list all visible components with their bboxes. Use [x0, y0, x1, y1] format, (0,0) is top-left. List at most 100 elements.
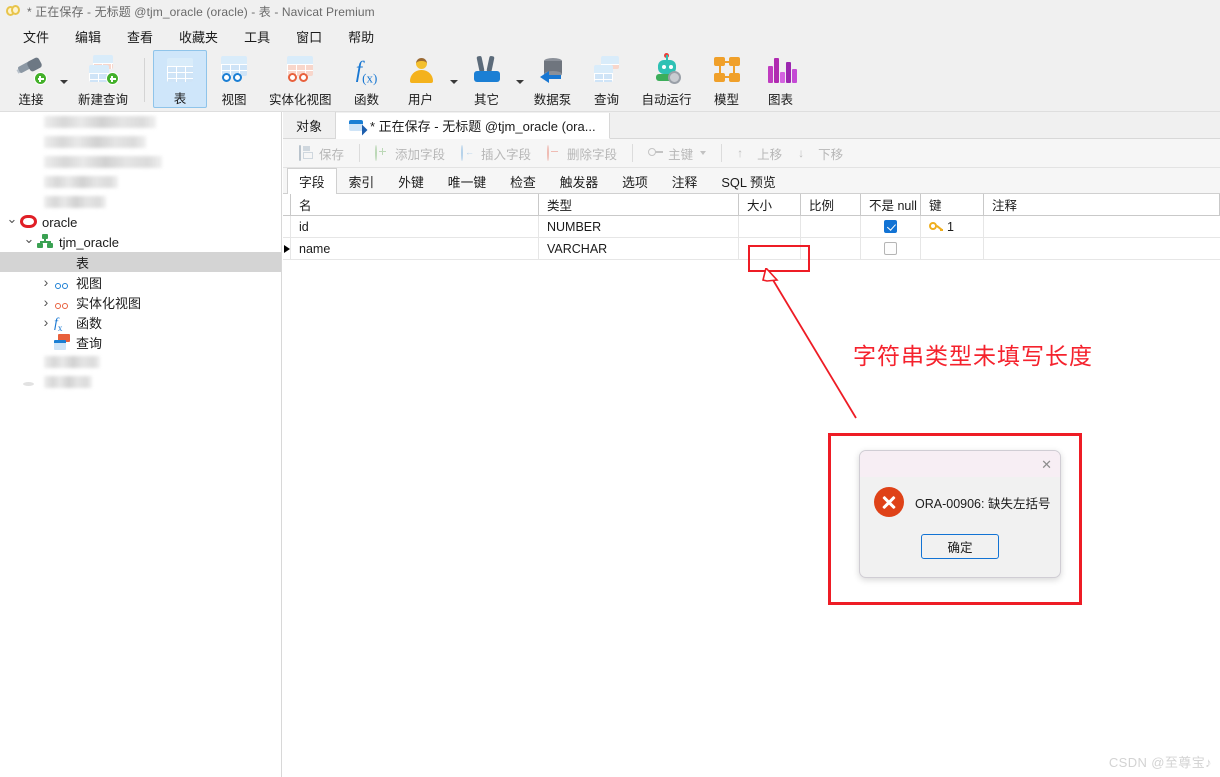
toolbar-button-query[interactable]: 查询	[580, 50, 634, 108]
not-null-checkbox[interactable]	[884, 242, 897, 255]
column-header-5[interactable]: 键	[921, 194, 984, 215]
column-header-4[interactable]: 不是 null	[861, 194, 921, 215]
editor-button-save[interactable]: 保存	[291, 142, 352, 165]
tab-0[interactable]: 对象	[283, 112, 337, 138]
toolbar-dropdown-caret[interactable]	[514, 50, 526, 108]
subtab-1[interactable]: 索引	[337, 168, 387, 193]
menu-item-5[interactable]: 窗口	[283, 24, 335, 49]
menu-item-2[interactable]: 查看	[114, 24, 166, 49]
sidebar-item-4[interactable]	[0, 192, 281, 212]
toolbar-button-view-goggles[interactable]: 视图	[207, 50, 261, 108]
chevron-down-icon[interactable]	[21, 234, 37, 250]
subtab-6[interactable]: 选项	[610, 168, 660, 193]
sidebar-item-视图[interactable]: 视图	[0, 272, 281, 292]
subtab-3[interactable]: 唯一键	[436, 168, 498, 193]
subtab-2[interactable]: 外键	[386, 168, 436, 193]
chevron-down-icon[interactable]	[4, 214, 20, 230]
toolbar-button-user[interactable]: 用户	[394, 50, 448, 108]
toolbar-button-automation-robot[interactable]: 自动运行	[634, 50, 700, 108]
toolbar-button-materialized-view[interactable]: 实体化视图	[261, 50, 340, 108]
field-size-cell[interactable]	[739, 216, 801, 237]
field-name-cell[interactable]: name	[291, 238, 539, 259]
close-icon[interactable]: ✕	[1041, 458, 1052, 471]
table-row[interactable]: name VARCHAR	[283, 238, 1220, 260]
sidebar-item-tjm_oracle[interactable]: tjm_oracle	[0, 232, 281, 252]
insert-field-icon: ←	[461, 144, 476, 161]
chevron-right-icon[interactable]	[38, 274, 54, 290]
menu-item-6[interactable]: 帮助	[335, 24, 387, 49]
tab-1[interactable]: * 正在保存 - 无标题 @tjm_oracle (ora...	[336, 113, 610, 139]
subtab-0[interactable]: 字段	[287, 168, 337, 194]
field-not-null-cell[interactable]	[861, 216, 921, 237]
sidebar-item-表[interactable]: 表	[0, 252, 281, 272]
editor-button-add-field[interactable]: 添加字段	[367, 142, 453, 165]
column-header-0[interactable]: 名	[291, 194, 539, 215]
toolbar-button-chart-bars[interactable]: 图表	[754, 50, 808, 108]
subtab-5[interactable]: 触发器	[548, 168, 610, 193]
not-null-checkbox[interactable]	[884, 220, 897, 233]
sidebar-item-3[interactable]	[0, 172, 281, 192]
toolbar-button-function-fx[interactable]: f(x) 函数	[340, 50, 394, 108]
sidebar-item-oracle[interactable]: oracle	[0, 212, 281, 232]
main-toolbar: 连接 新建查询 表 视图 实体化视图 f(x) 函数 用户 其它 数据泵 查询 自动运行 模型 图表	[0, 50, 1220, 112]
toolbar-button-new-query[interactable]: 新建查询	[70, 50, 136, 108]
toolbar-button-label: 表	[173, 92, 187, 106]
column-header-1[interactable]: 类型	[539, 194, 739, 215]
field-type-cell[interactable]: VARCHAR	[539, 238, 739, 259]
toolbar-button-model-diagram[interactable]: 模型	[700, 50, 754, 108]
chevron-right-icon[interactable]	[38, 294, 54, 310]
field-comment-cell[interactable]	[984, 216, 1220, 237]
sidebar-item-label-redacted	[44, 356, 100, 368]
field-not-null-cell[interactable]	[861, 238, 921, 259]
toolbar-button-label: 自动运行	[641, 93, 692, 107]
sidebar-item-2[interactable]	[0, 152, 281, 172]
field-comment-cell[interactable]	[984, 238, 1220, 259]
toolbar-dropdown-caret[interactable]	[448, 50, 460, 108]
sidebar-item-label: 实体化视图	[76, 295, 142, 311]
sidebar-item-查询[interactable]: 查询	[0, 332, 281, 352]
sidebar-item-1[interactable]	[0, 132, 281, 152]
sidebar-item-0[interactable]	[0, 112, 281, 132]
field-scale-cell[interactable]	[801, 238, 861, 259]
toolbar-button-table[interactable]: 表	[153, 50, 208, 108]
editor-button-delete-field[interactable]: 删除字段	[539, 142, 625, 165]
menu-item-1[interactable]: 编辑	[62, 24, 114, 49]
chevron-right-icon[interactable]	[38, 314, 54, 330]
fields-grid[interactable]: 名类型 大小 比例 不是 null 键注释 id NUMBER 1 name VARCHAR	[283, 194, 1220, 260]
toolbar-button-tools-wrench[interactable]: 其它	[460, 50, 514, 108]
column-header-3[interactable]: 比例	[801, 194, 861, 215]
toolbar-button-data-pump[interactable]: 数据泵	[526, 50, 580, 108]
field-key-cell[interactable]	[921, 238, 984, 259]
field-type-cell[interactable]: NUMBER	[539, 216, 739, 237]
chevron-down-icon[interactable]	[700, 151, 707, 155]
field-scale-cell[interactable]	[801, 216, 861, 237]
menu-item-0[interactable]: 文件	[10, 24, 62, 49]
column-header-2[interactable]: 大小	[739, 194, 801, 215]
editor-button-primary-key[interactable]: 主键	[640, 142, 714, 165]
toolbar-dropdown-caret[interactable]	[58, 50, 70, 108]
menu-item-3[interactable]: 收藏夹	[166, 24, 231, 49]
sidebar-item-12[interactable]	[0, 352, 281, 372]
sidebar-item-实体化视图[interactable]: 实体化视图	[0, 292, 281, 312]
table-row[interactable]: id NUMBER 1	[283, 216, 1220, 238]
field-name-cell[interactable]: id	[291, 216, 539, 237]
sidebar-item-13[interactable]	[0, 372, 281, 392]
field-size-cell[interactable]	[739, 238, 801, 259]
subtab-8[interactable]: SQL 预览	[709, 168, 787, 193]
automation-robot-icon	[651, 53, 683, 86]
field-key-cell[interactable]: 1	[921, 216, 984, 237]
menu-item-4[interactable]: 工具	[231, 24, 283, 49]
column-header-6[interactable]: 注释	[984, 194, 1220, 215]
ok-button[interactable]: 确定	[921, 534, 999, 559]
sidebar-item-函数[interactable]: fx 函数	[0, 312, 281, 333]
editor-button-insert-field[interactable]: ← 插入字段	[453, 142, 539, 165]
connection-tree-sidebar[interactable]: oracle tjm_oracle 表视图实体化视图 fx 函数查询	[0, 112, 282, 777]
editor-button-move-up[interactable]: ↑ 上移	[729, 142, 790, 165]
subtab-7[interactable]: 注释	[660, 168, 710, 193]
editor-button-move-down[interactable]: ↓ 下移	[790, 142, 851, 165]
subtab-4[interactable]: 检查	[498, 168, 548, 193]
materialized-view-icon	[54, 294, 71, 310]
toolbar-button-connection-plug[interactable]: 连接	[4, 50, 58, 108]
toolbar-button-label: 函数	[354, 93, 380, 107]
error-dialog[interactable]: ✕ ORA-00906: 缺失左括号 确定	[859, 450, 1061, 578]
